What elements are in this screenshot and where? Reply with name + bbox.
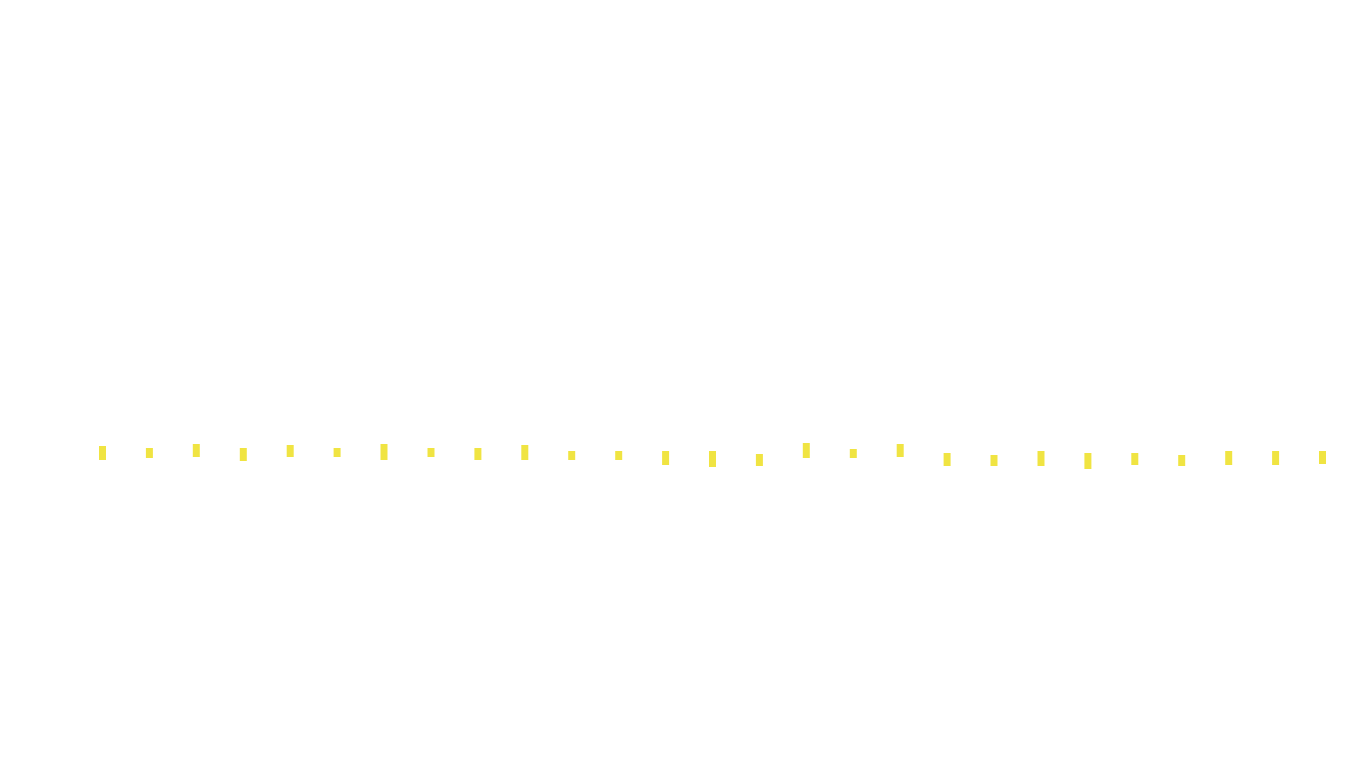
chart-area	[0, 0, 1360, 768]
bar-14	[709, 451, 716, 467]
bar-16	[802, 443, 810, 458]
bar-22	[1084, 453, 1092, 469]
bar-18	[896, 444, 904, 457]
bar-26	[1272, 451, 1280, 465]
bar-17	[849, 449, 857, 458]
bar-27	[1319, 451, 1326, 464]
bar-7	[380, 444, 388, 460]
bar-13	[662, 451, 670, 465]
bar-4	[239, 448, 247, 461]
bar-11	[568, 451, 576, 460]
bar-21	[1037, 451, 1045, 466]
bar-series	[99, 443, 1326, 469]
bar-20	[990, 455, 998, 466]
bar-12	[615, 451, 623, 460]
bar-9	[474, 448, 482, 460]
bar-6	[333, 448, 341, 457]
bar-2	[145, 448, 153, 458]
bar-24	[1178, 455, 1186, 466]
bar-15	[755, 454, 763, 466]
bar-25	[1225, 451, 1233, 465]
bar-23	[1131, 453, 1139, 465]
bar-19	[943, 453, 951, 466]
bar-5	[286, 445, 294, 457]
bar-1	[99, 446, 106, 460]
floating-bar-chart	[99, 443, 1326, 469]
bar-10	[521, 445, 529, 460]
bar-3	[192, 444, 200, 457]
bar-8	[427, 448, 435, 457]
